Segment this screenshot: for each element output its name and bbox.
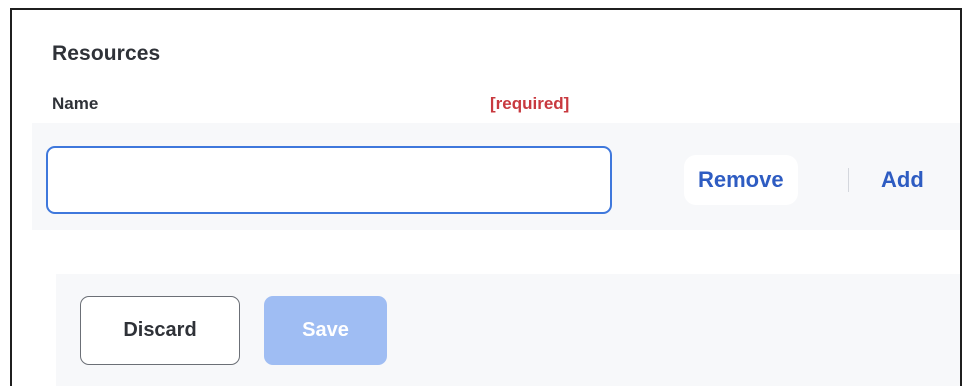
required-indicator: [required] <box>490 94 570 113</box>
discard-button[interactable]: Discard <box>80 296 240 365</box>
action-divider <box>848 168 849 192</box>
save-button[interactable]: Save <box>264 296 387 365</box>
add-link[interactable]: Add <box>881 155 924 205</box>
name-field-label: Name <box>52 94 99 113</box>
name-input[interactable] <box>46 146 612 214</box>
section-title: Resources <box>52 42 161 65</box>
resources-panel: Resources Name [required] Remove Add Dis… <box>10 8 962 386</box>
remove-link[interactable]: Remove <box>684 155 798 205</box>
